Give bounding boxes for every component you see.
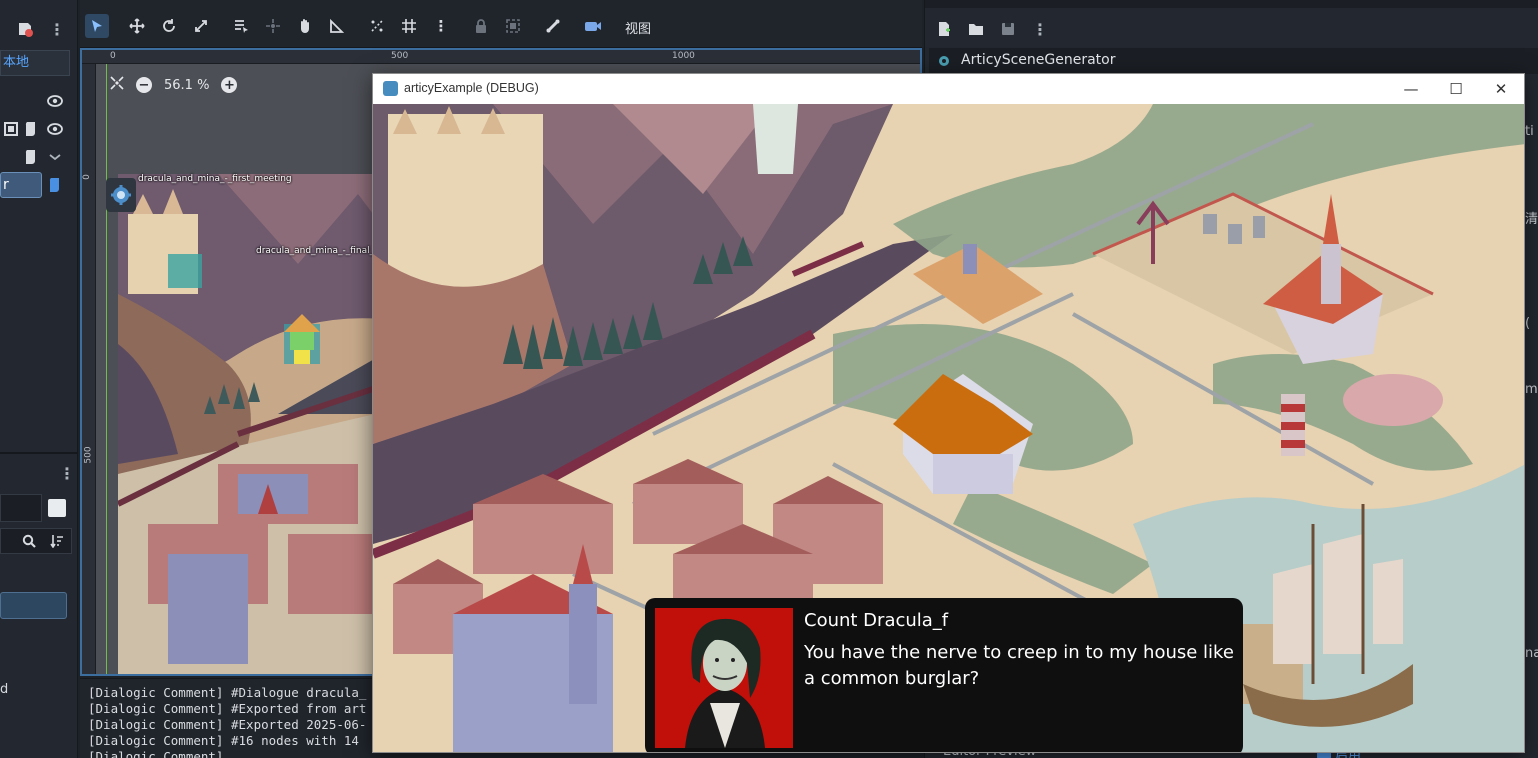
group-icon[interactable] [501, 14, 525, 38]
scale-tool-icon[interactable] [189, 14, 213, 38]
property-fragment: ( [1525, 316, 1531, 331]
output-panel: [Dialogic Comment] #Dialogue dracula_ [D… [80, 678, 380, 758]
game-scene-map: Count Dracula_f You have the nerve to cr… [373, 104, 1524, 752]
select-tool-icon[interactable] [85, 14, 109, 38]
ruler-tick-label: 1000 [672, 51, 695, 61]
output-line: [Dialogic Comment] #Exported 2025-06- [88, 717, 367, 732]
node-label-final: dracula_and_mina_-_final_c [256, 246, 380, 256]
ruler-tool-icon[interactable] [325, 14, 349, 38]
property-fragment: m [1525, 382, 1538, 397]
selected-file-row[interactable] [0, 592, 67, 619]
selected-scene-node[interactable]: r [0, 172, 42, 198]
property-fragment: na [1525, 646, 1538, 661]
zoom-in-button[interactable]: + [221, 77, 238, 93]
save-icon[interactable] [997, 18, 1019, 40]
maximize-button[interactable]: ☐ [1434, 78, 1478, 100]
sort-icon[interactable] [46, 530, 68, 552]
property-fragment: ti [1525, 124, 1534, 139]
move-tool-icon[interactable] [125, 14, 149, 38]
speaker-portrait [655, 608, 793, 748]
filter-input[interactable] [0, 494, 42, 522]
open-folder-icon[interactable] [965, 18, 987, 40]
output-line: [Dialogic Comment] #Dialogue dracula_ [88, 685, 367, 700]
output-line: [Dialogic Comment] #Exported from art [88, 701, 367, 716]
output-line: [Dialogic Comment] #16 nodes with 14 [88, 733, 359, 748]
property-fragment: 清 [1525, 212, 1538, 227]
new-resource-icon[interactable] [933, 18, 955, 40]
output-line: [Dialogic Comment] [88, 749, 224, 758]
zoom-out-button[interactable]: − [136, 77, 152, 93]
script-icon[interactable] [20, 146, 42, 168]
left-ruler: 0 500 [81, 64, 96, 674]
visibility-eye-icon[interactable] [44, 90, 66, 112]
pan-hand-icon[interactable] [293, 14, 317, 38]
snap-options-icon[interactable]: ⋮ [429, 14, 453, 38]
dock-menu-icon[interactable]: ⋮ [46, 18, 68, 40]
dock-divider [0, 452, 78, 454]
inspector-title: ArticySceneGenerator [961, 52, 1116, 68]
ruler-tick-label: 500 [391, 51, 409, 61]
lock-icon[interactable] [469, 14, 493, 38]
script-icon[interactable] [44, 174, 66, 196]
speaker-name: Count Dracula_f [804, 610, 949, 631]
scene-dock: ⋮ 本地 r ⋮ d [0, 0, 78, 758]
y-axis-guide [106, 64, 107, 674]
minimize-button[interactable]: — [1389, 78, 1433, 100]
zoom-level[interactable]: 56.1 % [164, 78, 209, 93]
ruler-tick-label: 0 [81, 174, 92, 180]
inspector-menu-icon[interactable]: ⋮ [1029, 18, 1051, 40]
list-select-icon[interactable] [229, 14, 253, 38]
zoom-controls: − 56.1 % + [110, 74, 238, 96]
godot-app-icon [383, 81, 398, 96]
script-icon[interactable] [20, 118, 42, 140]
inspector-object-header[interactable]: ArticySceneGenerator [929, 48, 1538, 74]
search-icon[interactable] [18, 530, 40, 552]
zoom-reset-icon[interactable] [110, 76, 124, 94]
inspector-tabs [925, 0, 1538, 8]
window-title: articyExample (DEBUG) [404, 81, 539, 95]
visibility-eye-icon[interactable] [44, 118, 66, 140]
ruler-tick-label: 0 [110, 51, 116, 61]
dock-menu-icon[interactable]: ⋮ [56, 462, 78, 484]
window-titlebar[interactable]: articyExample (DEBUG) — ☐ ✕ [373, 74, 1524, 104]
script-gear-icon [937, 53, 951, 73]
view-menu[interactable]: 视图 [625, 18, 651, 37]
close-button[interactable]: ✕ [1479, 78, 1523, 100]
camera-override-icon[interactable] [581, 14, 605, 38]
pivot-tool-icon[interactable] [261, 14, 285, 38]
ruler-tick-label: 500 [83, 446, 94, 464]
file-label: d [0, 682, 9, 697]
rotate-tool-icon[interactable] [157, 14, 181, 38]
articy-node-gear-icon[interactable] [106, 178, 136, 212]
screen: ⋮ 本地 r ⋮ d ⋮ 视图 0 500 1000 0 500 − 56.1 … [0, 0, 1538, 758]
bone-icon[interactable] [541, 14, 565, 38]
dialog-box[interactable]: Count Dracula_f You have the nerve to cr… [645, 598, 1243, 752]
node-icon [0, 118, 22, 140]
top-ruler: 0 500 1000 [82, 50, 920, 64]
local-tab[interactable]: 本地 [0, 50, 70, 76]
collapse-chevron-icon[interactable] [44, 146, 66, 168]
inspector-toolbar: ⋮ [925, 14, 1538, 46]
dialog-text: You have the nerve to creep in to my hou… [804, 642, 1234, 689]
game-debug-window[interactable]: articyExample (DEBUG) — ☐ ✕ Count Dracul… [372, 73, 1525, 753]
canvas-toolbar: ⋮ 视图 [80, 0, 922, 48]
script-remove-icon[interactable] [14, 18, 36, 40]
grid-snap-icon[interactable] [397, 14, 421, 38]
node-label-first-meeting: dracula_and_mina_-_first_meeting [138, 174, 292, 184]
color-swatch[interactable] [48, 499, 66, 517]
smart-snap-icon[interactable] [365, 14, 389, 38]
